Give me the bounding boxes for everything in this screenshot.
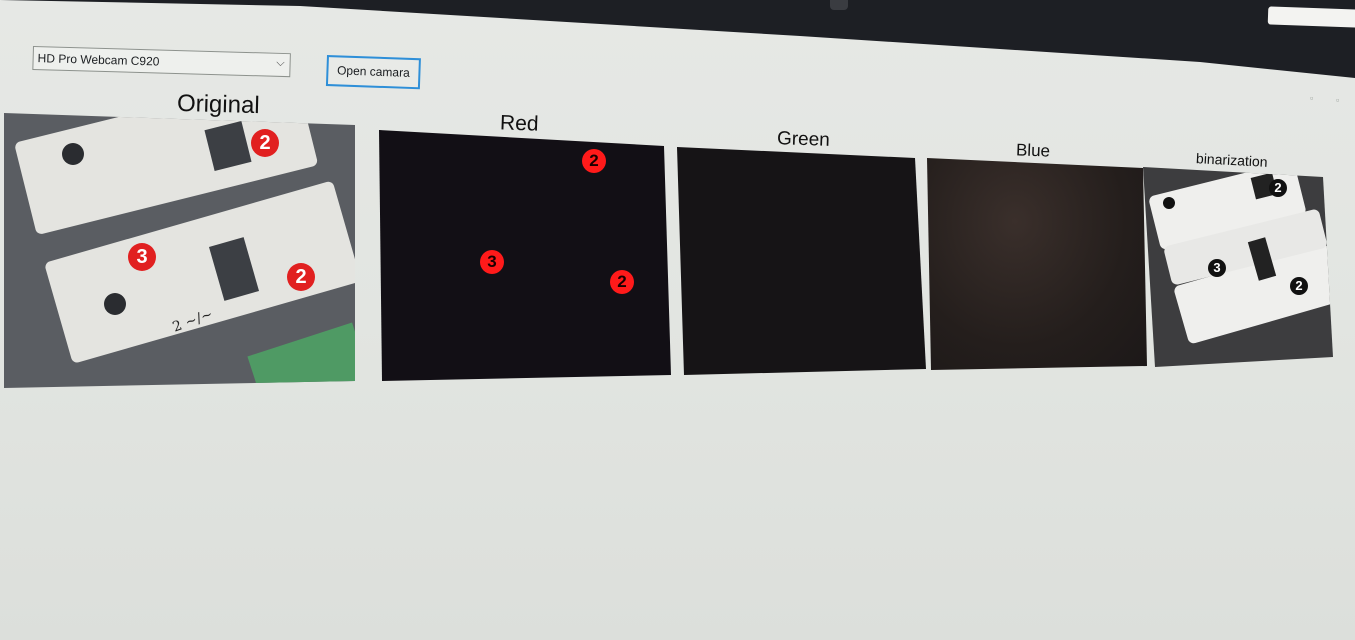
green-channel-image [677, 147, 926, 375]
round-hole [62, 143, 84, 165]
close-icon[interactable]: ▫ [1336, 95, 1339, 105]
marker-badge: 2 [287, 263, 315, 291]
open-camera-button[interactable]: Open camara [325, 55, 421, 90]
red-channel-image: 2 3 2 [379, 130, 671, 381]
marker-badge: 2 [582, 149, 606, 173]
marker-badge: 3 [480, 250, 504, 274]
green-mat [247, 322, 355, 388]
camera-select-value: HD Pro Webcam C920 [37, 51, 160, 69]
round-hole [104, 293, 126, 315]
blue-label: Blue [1015, 140, 1051, 161]
red-label: Red [499, 111, 539, 136]
chevron-down-icon[interactable]: ⌵ [276, 57, 285, 70]
monitor-sticker [1267, 6, 1355, 28]
original-label: Original [176, 89, 261, 120]
original-image: 2 3 2 2 ~/~ [4, 113, 355, 388]
marker-badge: 3 [128, 243, 156, 271]
marker-badge: 2 [251, 129, 279, 157]
binarization-image: 2 3 2 [1143, 167, 1333, 367]
round-hole [1163, 197, 1175, 209]
marker-badge: 2 [610, 270, 634, 294]
green-label: Green [776, 128, 831, 151]
restore-icon[interactable]: ▫ [1310, 93, 1313, 103]
marker-badge: 2 [1290, 277, 1308, 295]
blue-channel-image [927, 158, 1147, 370]
marker-badge: 3 [1208, 259, 1226, 277]
webcam-housing [830, 0, 848, 10]
marker-badge: 2 [1269, 179, 1287, 197]
